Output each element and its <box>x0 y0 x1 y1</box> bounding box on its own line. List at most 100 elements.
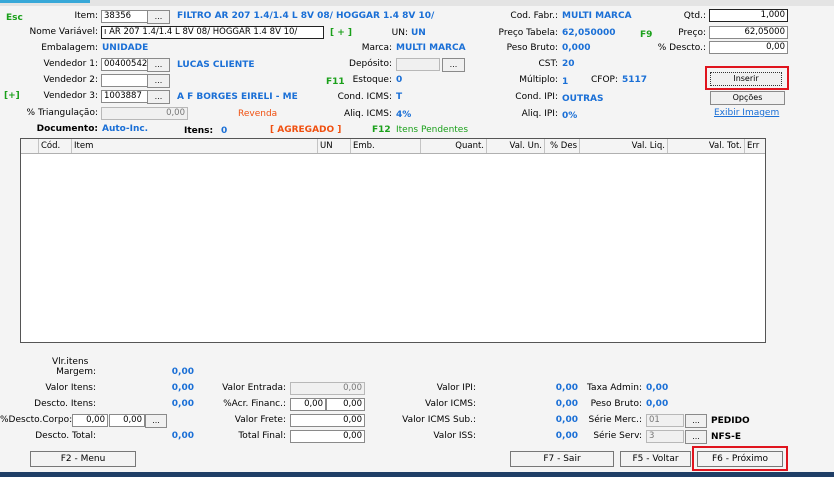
vendedor3-code-field[interactable]: 1003887 <box>101 90 148 103</box>
descto-total-value: 0,00 <box>171 431 194 441</box>
cod-fabr-label: Cod. Fabr.: <box>510 11 558 21</box>
descto-corpo-pct-field[interactable]: 0,00 <box>72 414 108 427</box>
acr-financ-value-field[interactable]: 0,00 <box>326 398 365 411</box>
item-code-field[interactable]: 38356 <box>101 10 148 23</box>
item-description: FILTRO AR 207 1.4/1.4 L 8V 08/ HOGGAR 1.… <box>177 11 435 21</box>
valor-iss-label: Valor ISS: <box>433 431 476 441</box>
valor-icms-label: Valor ICMS: <box>425 399 476 409</box>
vendedor3-add-button[interactable]: [+] <box>4 90 20 102</box>
cond-icms-value: T <box>396 92 403 102</box>
descto-corpo-lookup-button[interactable]: ... <box>145 414 167 428</box>
grid-row-indicator-header <box>21 139 39 153</box>
column-header-val-liq[interactable]: Val. Liq. <box>580 139 668 153</box>
items-grid-header: Cód. Item UN Emb. Quant. Val. Un. % Des … <box>21 139 765 154</box>
agregado-label: [ AGREGADO ] <box>270 125 342 135</box>
sair-button[interactable]: F7 - Sair <box>510 451 614 467</box>
triangulacao-field[interactable]: 0,00 <box>101 107 188 120</box>
menu-button[interactable]: F2 - Menu <box>30 451 136 467</box>
esc-shortcut-label: Esc <box>6 13 23 23</box>
vendedor1-lookup-button[interactable]: ... <box>147 58 170 72</box>
column-header-item[interactable]: Item <box>72 139 318 153</box>
margem-value: 0,00 <box>171 367 194 377</box>
vendedor1-code-field[interactable]: 00400542 <box>101 58 148 71</box>
preco-tabela-value: 62,050000 <box>562 28 616 38</box>
valor-icms-sub-label: Valor ICMS Sub.: <box>402 415 476 425</box>
desconto-field[interactable]: 0,00 <box>709 41 788 54</box>
column-header-val-un[interactable]: Val. Un. <box>487 139 545 153</box>
valor-itens-label: Valor Itens: <box>45 383 96 393</box>
serie-merc-field[interactable]: 01 <box>646 414 684 427</box>
vendedor3-lookup-button[interactable]: ... <box>147 90 170 104</box>
preco-field[interactable]: 62,05000 <box>709 26 788 39</box>
valor-icms-sub-value: 0,00 <box>555 415 578 425</box>
column-header-emb[interactable]: Emb. <box>351 139 421 153</box>
cod-fabr-value: MULTI MARCA <box>562 11 632 21</box>
deposito-field[interactable] <box>396 58 440 71</box>
column-header-cod[interactable]: Cód. <box>39 139 72 153</box>
opcoes-button[interactable]: Opções <box>710 91 785 105</box>
vendedor2-code-field[interactable] <box>101 74 148 87</box>
serie-serv-field[interactable]: 3 <box>646 430 684 443</box>
nfse-label: NFS-E <box>711 432 742 442</box>
itens-value: 0 <box>221 126 228 136</box>
total-final-field[interactable]: 0,00 <box>290 430 365 443</box>
vendedor2-lookup-button[interactable]: ... <box>147 74 170 88</box>
aliq-icms-label: Aliq. ICMS: <box>343 109 392 119</box>
vendedor3-label: Vendedor 3: <box>43 91 99 101</box>
preco-tabela-label: Preço Tabela: <box>498 28 558 38</box>
multiplo-value: 1 <box>562 77 569 87</box>
aliq-icms-value: 4% <box>396 110 412 120</box>
peso-bruto-value: 0,000 <box>562 43 591 53</box>
serie-merc-lookup-button[interactable]: ... <box>685 414 707 428</box>
serie-serv-lookup-button[interactable]: ... <box>685 430 707 444</box>
valor-iss-value: 0,00 <box>555 431 578 441</box>
valor-ipi-value: 0,00 <box>555 383 578 393</box>
descto-total-label: Descto. Total: <box>35 431 96 441</box>
acr-financ-label: %Acr. Financ.: <box>223 399 286 409</box>
valor-entrada-field[interactable]: 0,00 <box>290 382 365 395</box>
nome-variavel-label: Nome Variável: <box>29 27 99 37</box>
item-lookup-button[interactable]: ... <box>147 10 170 24</box>
acr-financ-pct-field[interactable]: 0,00 <box>290 398 326 411</box>
itens-label: Itens: <box>184 126 214 136</box>
estoque-value: 0 <box>396 75 403 85</box>
peso-bruto-label: Peso Bruto: <box>506 43 558 53</box>
nome-variavel-field[interactable]: ı AR 207 1.4/1.4 L 8V 08/ HOGGAR 1.4 8V … <box>101 26 324 39</box>
column-header-err[interactable]: Err <box>745 139 765 153</box>
taxa-admin-value: 0,00 <box>646 383 669 393</box>
deposito-lookup-button[interactable]: ... <box>442 58 465 72</box>
cst-value: 20 <box>562 59 575 69</box>
un-value: UN <box>411 28 426 38</box>
exibir-imagem-link[interactable]: Exibir Imagem <box>714 107 779 119</box>
valor-ipi-label: Valor IPI: <box>436 383 476 393</box>
column-header-un[interactable]: UN <box>318 139 351 153</box>
voltar-button[interactable]: F5 - Voltar <box>620 451 691 467</box>
order-entry-window: Esc Item: 38356 ... FILTRO AR 207 1.4/1.… <box>0 0 834 472</box>
nome-variavel-plus-button[interactable]: [ + ] <box>330 27 352 39</box>
documento-value: Auto-Inc. <box>102 124 149 134</box>
marca-label: Marca: <box>361 43 392 53</box>
column-header-des[interactable]: % Des <box>545 139 580 153</box>
itens-pendentes-link[interactable]: Itens Pendentes <box>396 124 468 136</box>
f12-shortcut-label: F12 <box>372 125 391 135</box>
column-header-quant[interactable]: Quant. <box>421 139 487 153</box>
cfop-label: CFOP: <box>590 75 618 85</box>
inserir-highlight <box>705 66 789 90</box>
valor-frete-field[interactable]: 0,00 <box>290 414 365 427</box>
cond-ipi-label: Cond. IPI: <box>515 92 558 102</box>
descto-itens-label: Descto. Itens: <box>34 399 96 409</box>
column-header-val-tot[interactable]: Val. Tot. <box>668 139 745 153</box>
pedido-label: PEDIDO <box>711 416 750 426</box>
items-grid[interactable]: Cód. Item UN Emb. Quant. Val. Un. % Des … <box>20 138 766 343</box>
cond-icms-label: Cond. ICMS: <box>337 92 392 102</box>
un-label: UN: <box>391 28 408 38</box>
valor-frete-label: Valor Frete: <box>234 415 286 425</box>
serie-serv-label: Série Serv: <box>593 431 642 441</box>
vendedor3-name: A F BORGES EIRELI - ME <box>177 92 298 102</box>
total-final-label: Total Final: <box>238 431 286 441</box>
descto-corpo-value-field[interactable]: 0,00 <box>109 414 145 427</box>
qtd-field[interactable]: 1,000 <box>709 9 788 22</box>
f9-shortcut-label: F9 <box>640 30 653 40</box>
taxa-admin-label: Taxa Admin: <box>587 383 642 393</box>
triangulacao-label: % Triangulação: <box>26 108 98 118</box>
